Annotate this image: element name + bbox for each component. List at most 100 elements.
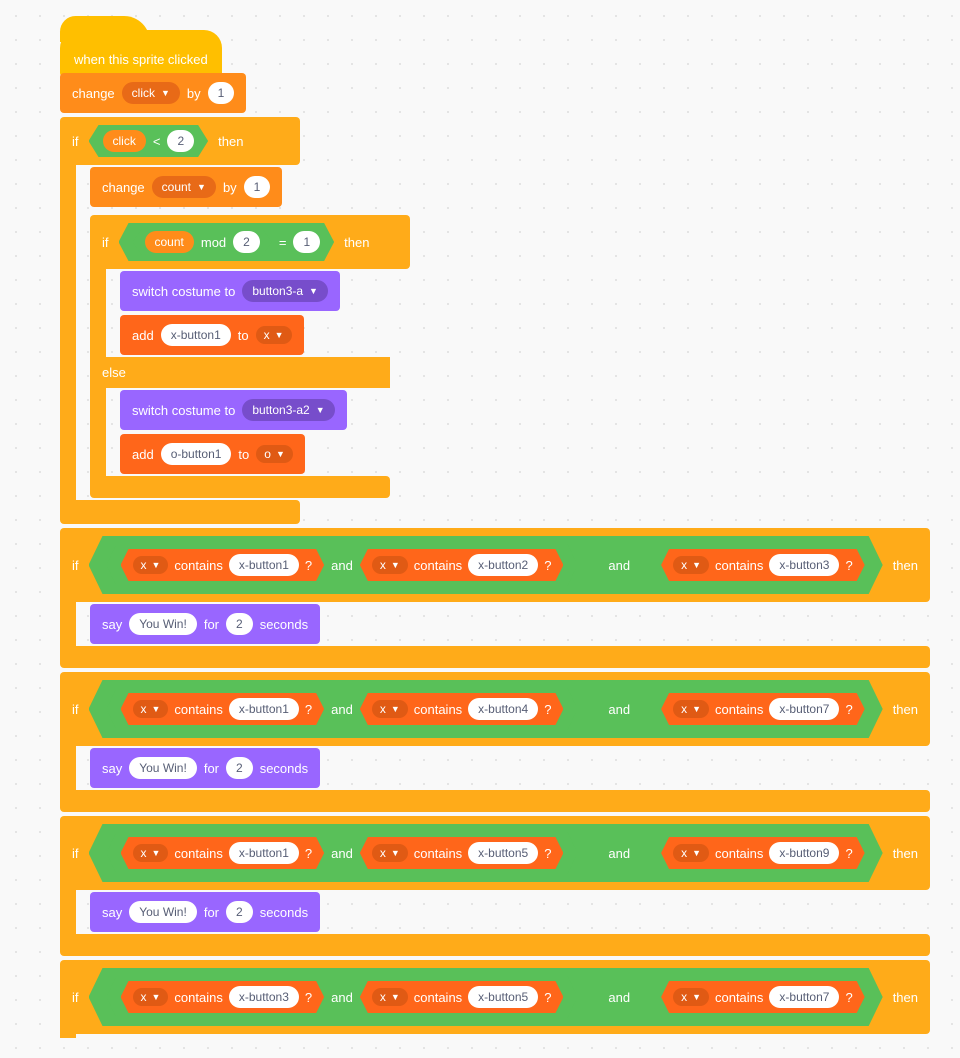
contains-reporter[interactable]: x▼ contains x-button5 ? xyxy=(360,837,564,869)
list-dropdown-x[interactable]: x▼ xyxy=(673,988,709,1006)
list-dropdown-x[interactable]: x▼ xyxy=(372,700,408,718)
say-you-win[interactable]: say You Win! for 2 seconds xyxy=(90,748,320,788)
input-win[interactable]: You Win! xyxy=(129,613,197,635)
input-val[interactable]: x-button4 xyxy=(468,698,538,720)
input-one-c[interactable]: 1 xyxy=(293,231,320,253)
chevron-down-icon: ▼ xyxy=(692,704,701,714)
chevron-down-icon: ▼ xyxy=(152,560,161,570)
input-two-sec[interactable]: 2 xyxy=(226,901,253,923)
list-dropdown-x[interactable]: x▼ xyxy=(372,556,408,574)
chevron-down-icon: ▼ xyxy=(692,848,701,858)
contains-reporter[interactable]: x▼ contains x-button1 ? xyxy=(121,693,325,725)
contains-reporter[interactable]: x▼ contains x-button5 ? xyxy=(360,981,564,1013)
change-count-by-1[interactable]: change count▼ by 1 xyxy=(90,167,282,207)
contains-reporter[interactable]: x▼ contains x-button1 ? xyxy=(121,837,325,869)
list-dropdown-x[interactable]: x▼ xyxy=(673,556,709,574)
and-outer[interactable]: x▼ contains x-button3 ? and x▼ contains … xyxy=(89,968,883,1026)
if-win-check-3[interactable]: if x▼ contains x-button1 ? and x▼ contai… xyxy=(60,816,930,956)
input-val[interactable]: x-button5 xyxy=(468,842,538,864)
contains-reporter[interactable]: x▼ contains x-button7 ? xyxy=(661,981,865,1013)
chevron-down-icon: ▼ xyxy=(197,182,206,192)
input-val[interactable]: x-button3 xyxy=(229,986,299,1008)
list-dropdown-x[interactable]: x▼ xyxy=(372,988,408,1006)
list-dropdown-x[interactable]: x▼ xyxy=(673,700,709,718)
var-dropdown-count[interactable]: count▼ xyxy=(152,176,216,198)
and-outer[interactable]: x▼ contains x-button1 ? and x▼ contains … xyxy=(89,536,883,594)
list-dropdown-x[interactable]: x▼ xyxy=(133,700,169,718)
and-inner[interactable]: x▼ contains x-button1 ? and x▼ contains … xyxy=(107,832,578,874)
chevron-down-icon: ▼ xyxy=(309,286,318,296)
input-val[interactable]: x-button9 xyxy=(769,842,839,864)
label-else-row: else xyxy=(90,357,390,388)
input-val[interactable]: x-button2 xyxy=(468,554,538,576)
list-dropdown-x[interactable]: x▼ xyxy=(133,988,169,1006)
input-xbutton1[interactable]: x-button1 xyxy=(161,324,231,346)
input-two[interactable]: 2 xyxy=(167,130,194,152)
label-if: if xyxy=(72,134,79,149)
input-win[interactable]: You Win! xyxy=(129,757,197,779)
lt-reporter[interactable]: click < 2 xyxy=(89,125,209,157)
switch-costume-a[interactable]: switch costume to button3-a▼ xyxy=(120,271,340,311)
input-two-sec[interactable]: 2 xyxy=(226,757,253,779)
input-two-sec[interactable]: 2 xyxy=(226,613,253,635)
input-one[interactable]: 1 xyxy=(208,82,235,104)
if-click-lt-2[interactable]: if click < 2 then change count▼ by 1 if xyxy=(60,117,410,524)
input-val[interactable]: x-button3 xyxy=(769,554,839,576)
input-val[interactable]: x-button7 xyxy=(769,986,839,1008)
costume-dropdown-a2[interactable]: button3-a2▼ xyxy=(242,399,334,421)
eq-reporter[interactable]: count mod 2 = 1 xyxy=(119,223,335,261)
mod-reporter[interactable]: count mod 2 xyxy=(133,228,272,256)
and-outer[interactable]: x▼ contains x-button1 ? and x▼ contains … xyxy=(89,680,883,738)
contains-reporter[interactable]: x▼ contains x-button4 ? xyxy=(360,693,564,725)
chevron-down-icon: ▼ xyxy=(692,560,701,570)
switch-costume-a2[interactable]: switch costume to button3-a2▼ xyxy=(120,390,347,430)
label-then: then xyxy=(218,134,243,149)
say-you-win[interactable]: say You Win! for 2 seconds xyxy=(90,892,320,932)
costume-dropdown-a[interactable]: button3-a▼ xyxy=(242,280,328,302)
list-dropdown-x[interactable]: x▼ xyxy=(256,326,292,344)
var-click[interactable]: click xyxy=(103,130,146,152)
hat-label: when this sprite clicked xyxy=(74,52,208,67)
contains-reporter[interactable]: x▼ contains x-button3 ? xyxy=(121,981,325,1013)
input-val[interactable]: x-button1 xyxy=(229,554,299,576)
script-stack: when this sprite clicked change click▼ b… xyxy=(60,30,920,1038)
input-one-b[interactable]: 1 xyxy=(244,176,271,198)
say-you-win[interactable]: say You Win! for 2 seconds xyxy=(90,604,320,644)
hat-when-sprite-clicked[interactable]: when this sprite clicked xyxy=(60,30,222,77)
contains-reporter[interactable]: x▼ contains x-button3 ? xyxy=(661,549,865,581)
if-win-check-4[interactable]: if x▼ contains x-button3 ? and x▼ contai… xyxy=(60,960,930,1038)
and-inner[interactable]: x▼ contains x-button1 ? and x▼ contains … xyxy=(107,688,578,730)
list-dropdown-x[interactable]: x▼ xyxy=(133,556,169,574)
and-outer[interactable]: x▼ contains x-button1 ? and x▼ contains … xyxy=(89,824,883,882)
list-dropdown-o[interactable]: o▼ xyxy=(256,445,293,463)
chevron-down-icon: ▼ xyxy=(316,405,325,415)
and-inner[interactable]: x▼ contains x-button3 ? and x▼ contains … xyxy=(107,976,578,1018)
and-inner[interactable]: x▼ contains x-button1 ? and x▼ contains … xyxy=(107,544,578,586)
input-two-b[interactable]: 2 xyxy=(233,231,260,253)
input-obutton1[interactable]: o-button1 xyxy=(161,443,232,465)
add-xbutton1-to-x[interactable]: add x-button1 to x▼ xyxy=(120,315,304,355)
input-val[interactable]: x-button5 xyxy=(468,986,538,1008)
if-win-check-2[interactable]: if x▼ contains x-button1 ? and x▼ contai… xyxy=(60,672,930,812)
if-win-check-1[interactable]: if x▼ contains x-button1 ? and x▼ contai… xyxy=(60,528,930,668)
change-click-by-1[interactable]: change click▼ by 1 xyxy=(60,73,246,113)
list-dropdown-x[interactable]: x▼ xyxy=(673,844,709,862)
input-val[interactable]: x-button1 xyxy=(229,842,299,864)
add-obutton1-to-o[interactable]: add o-button1 to o▼ xyxy=(120,434,305,474)
label-by: by xyxy=(187,86,201,101)
list-dropdown-x[interactable]: x▼ xyxy=(372,844,408,862)
chevron-down-icon: ▼ xyxy=(275,330,284,340)
contains-reporter[interactable]: x▼ contains x-button9 ? xyxy=(661,837,865,869)
label-change: change xyxy=(72,86,115,101)
if-count-mod-2-eq-1[interactable]: if count mod 2 = 1 then switch cost xyxy=(90,215,410,498)
contains-reporter[interactable]: x▼ contains x-button7 ? xyxy=(661,693,865,725)
contains-reporter[interactable]: x▼ contains x-button1 ? xyxy=(121,549,325,581)
var-count[interactable]: count xyxy=(145,231,194,253)
chevron-down-icon: ▼ xyxy=(276,449,285,459)
input-val[interactable]: x-button1 xyxy=(229,698,299,720)
input-val[interactable]: x-button7 xyxy=(769,698,839,720)
input-win[interactable]: You Win! xyxy=(129,901,197,923)
contains-reporter[interactable]: x▼ contains x-button2 ? xyxy=(360,549,564,581)
list-dropdown-x[interactable]: x▼ xyxy=(133,844,169,862)
var-dropdown-click[interactable]: click▼ xyxy=(122,82,180,104)
